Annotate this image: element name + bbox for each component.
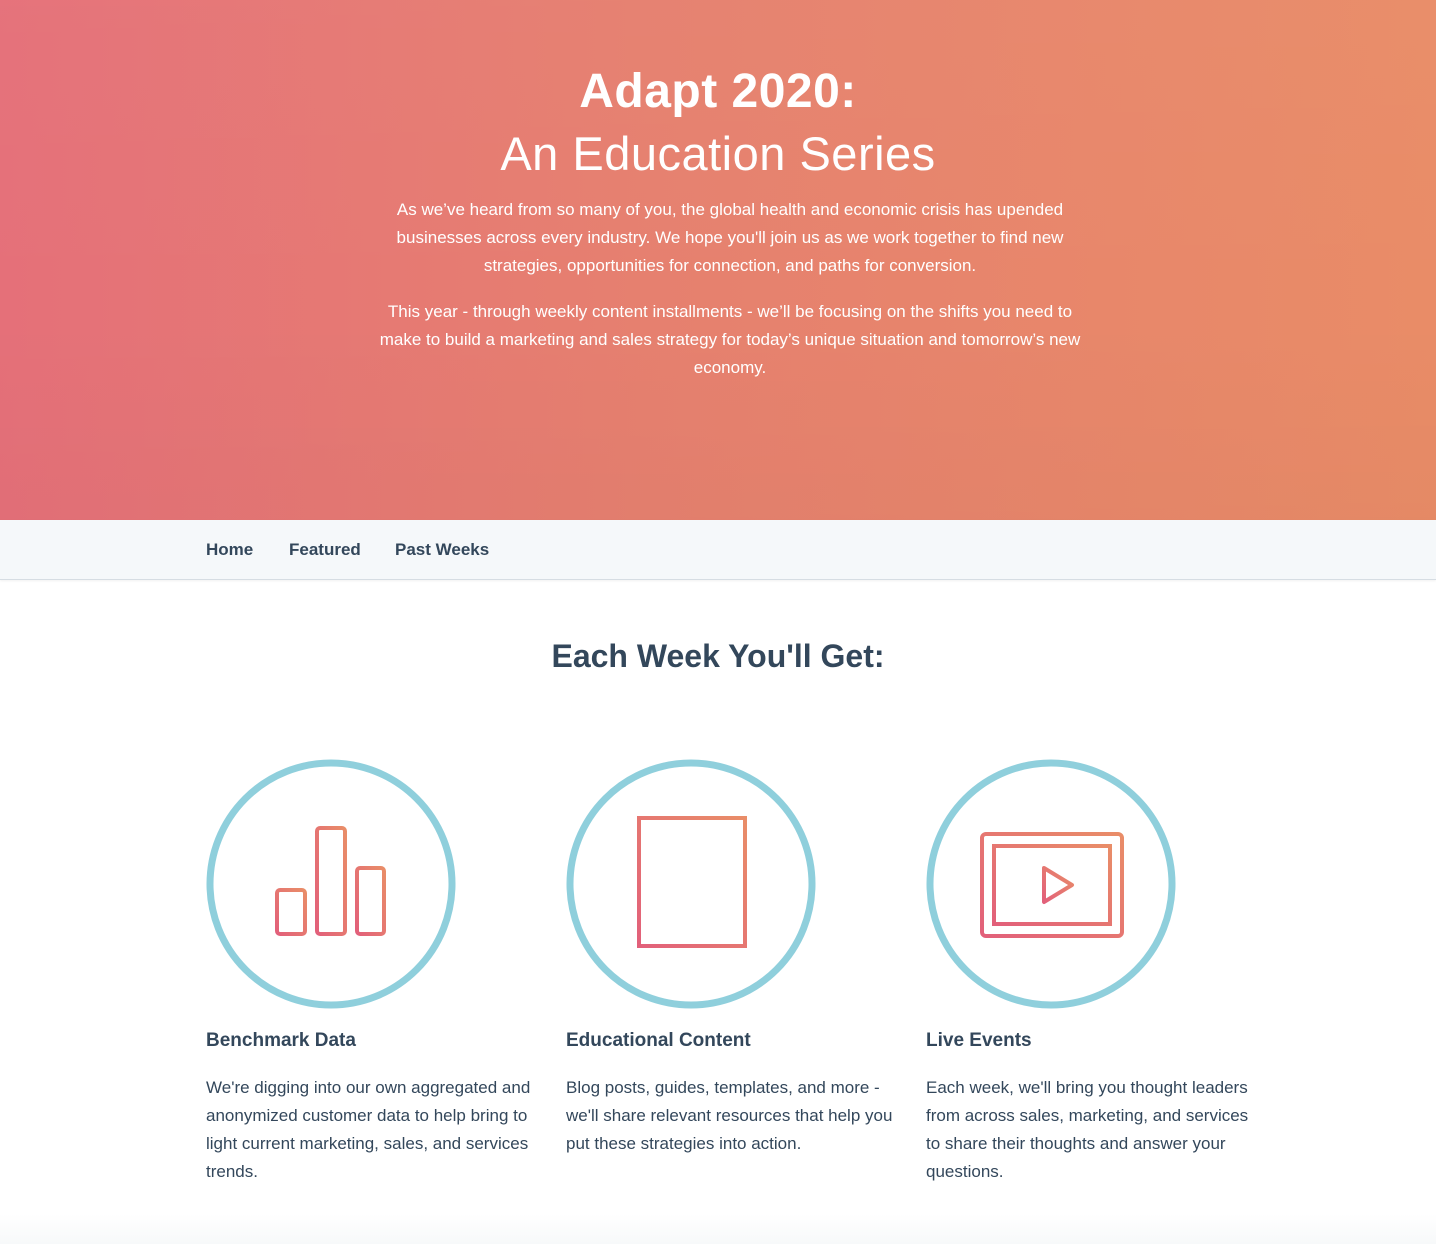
- feature-description: Each week, we'll bring you thought leade…: [926, 1078, 1249, 1181]
- document-icon: [566, 759, 816, 1009]
- hero-title: Adapt 2020:: [579, 65, 857, 118]
- nav-item-past-weeks[interactable]: Past Weeks: [395, 538, 489, 562]
- nav-item-featured[interactable]: Featured: [289, 538, 361, 562]
- feature-benchmark-data: Benchmark Data We're digging into our ow…: [206, 758, 546, 1181]
- hero-banner: Adapt 2020: An Education Series As we’ve…: [0, 0, 1436, 520]
- video-play-icon: [926, 759, 1176, 1009]
- nav-item-home[interactable]: Home: [206, 538, 253, 562]
- feature-educational-content: Educational Content Blog posts, guides, …: [566, 758, 906, 1153]
- section-title: Each Week You'll Get:: [551, 638, 885, 674]
- secondary-nav: Home Featured Past Weeks: [0, 520, 1436, 580]
- feature-description: Blog posts, guides, templates, and more …: [566, 1078, 893, 1153]
- hero-subtitle: An Education Series: [500, 127, 936, 180]
- bar-chart-icon: [206, 759, 456, 1009]
- feature-description: We're digging into our own aggregated an…: [206, 1078, 531, 1181]
- feature-title: Benchmark Data: [206, 1030, 356, 1051]
- hero-intro-paragraph: As we’ve heard from so many of you, the …: [396, 200, 1064, 275]
- feature-live-events: Live Events Each week, we'll bring you t…: [926, 758, 1266, 1181]
- hero-focus-paragraph: This year - through weekly content insta…: [379, 302, 1081, 377]
- feature-title: Educational Content: [566, 1030, 751, 1051]
- section-divider: [0, 1214, 1436, 1244]
- feature-title: Live Events: [926, 1030, 1032, 1051]
